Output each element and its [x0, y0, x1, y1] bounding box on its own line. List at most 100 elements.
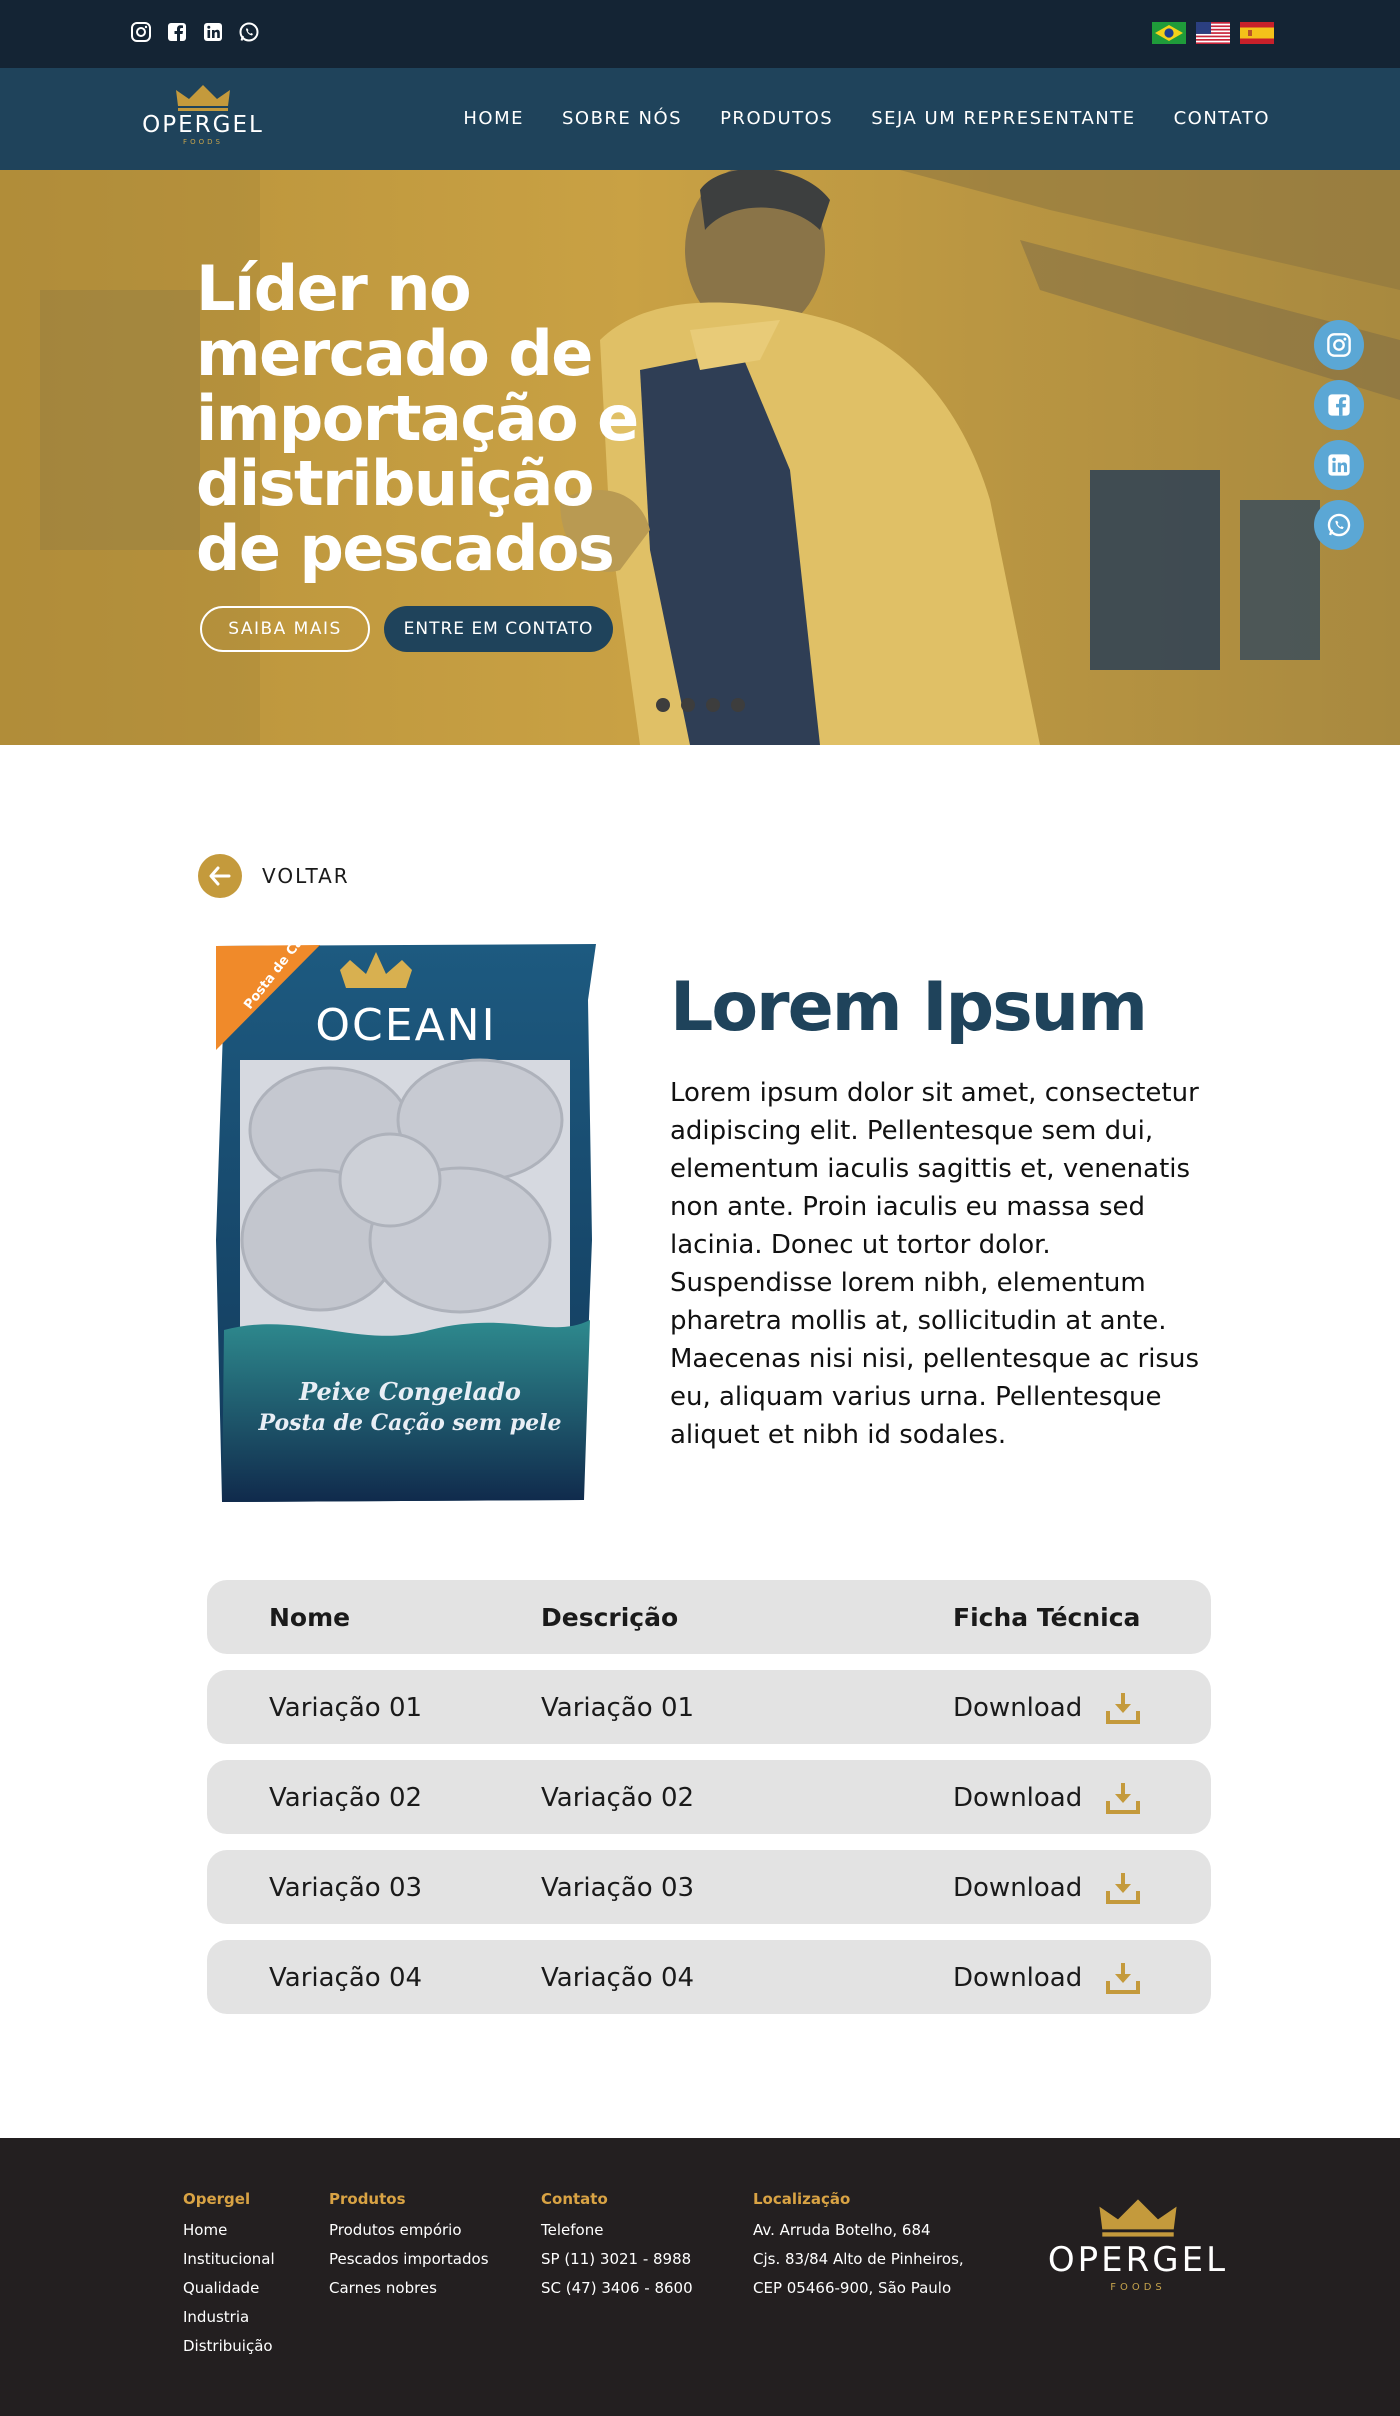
cell-nome: Variação 03 — [269, 1873, 423, 1903]
nav-sobre-nos[interactable]: SOBRE NÓS — [562, 108, 682, 129]
footer-col-contato: Contato Telefone SP (11) 3021 - 8988 SC … — [541, 2190, 693, 2303]
nav-contato[interactable]: CONTATO — [1174, 108, 1270, 129]
floating-linkedin-button[interactable] — [1314, 440, 1364, 490]
footer-heading: Produtos — [329, 2190, 406, 2208]
instagram-icon — [1327, 333, 1351, 357]
spain-flag-icon[interactable] — [1240, 22, 1274, 44]
download-label: Download — [953, 1873, 1083, 1903]
carousel-dot[interactable] — [681, 698, 695, 712]
nav-menu: HOME SOBRE NÓS PRODUTOS SEJA UM REPRESEN… — [463, 108, 1270, 129]
hero-headline: Líder no mercado de importação e distrib… — [196, 256, 716, 581]
cell-descricao: Variação 01 — [541, 1693, 695, 1723]
download-icon[interactable] — [1104, 1689, 1142, 1727]
entre-em-contato-button[interactable]: ENTRE EM CONTATO — [384, 606, 613, 652]
cell-nome: Variação 01 — [269, 1693, 423, 1723]
cell-descricao: Variação 03 — [541, 1873, 695, 1903]
cell-nome: Variação 04 — [269, 1963, 423, 1993]
footer-link-distribuicao[interactable]: Distribuição — [183, 2332, 275, 2361]
whatsapp-icon[interactable] — [238, 21, 260, 43]
hero-headline-line: importação e — [196, 382, 639, 455]
footer-col-opergel: Opergel Home Institucional Qualidade Ind… — [183, 2190, 275, 2361]
footer-link-carnes-nobres[interactable]: Carnes nobres — [329, 2274, 489, 2303]
carousel-dot[interactable] — [731, 698, 745, 712]
footer-link-industria[interactable]: Industria — [183, 2303, 275, 2332]
usa-flag-icon[interactable] — [1196, 22, 1230, 44]
product-title: Lorem Ipsum — [670, 968, 1148, 1047]
facebook-icon[interactable] — [166, 21, 188, 43]
table-row: Variação 03 Variação 03 Download — [207, 1850, 1211, 1924]
table-row: Variação 01 Variação 01 Download — [207, 1670, 1211, 1744]
footer-phone-sp[interactable]: SP (11) 3021 - 8988 — [541, 2245, 693, 2274]
footer-telefone-label: Telefone — [541, 2221, 604, 2239]
download-label: Download — [953, 1693, 1083, 1723]
nav-home[interactable]: HOME — [463, 108, 524, 129]
whatsapp-icon — [1327, 513, 1351, 537]
download-label: Download — [953, 1783, 1083, 1813]
download-link[interactable]: Download — [953, 1760, 1142, 1836]
carousel-dots — [656, 698, 745, 712]
download-link[interactable]: Download — [953, 1670, 1142, 1746]
footer-opergel-logo[interactable]: OPERGEL FOODS — [1028, 2198, 1248, 2298]
product-package-image: OCEANI Peixe Congelado Posta de Cação se… — [216, 940, 596, 1502]
footer-link-institucional[interactable]: Institucional — [183, 2245, 275, 2274]
floating-social-links — [1314, 320, 1364, 550]
footer-phone-sc[interactable]: SC (47) 3406 - 8600 — [541, 2274, 693, 2303]
carousel-dot[interactable] — [706, 698, 720, 712]
logo-wordmark: OPERGEL — [1047, 2240, 1229, 2280]
footer-link-produtos-emporio[interactable]: Produtos empório — [329, 2216, 489, 2245]
top-social-links — [130, 21, 260, 43]
hero-headline-line: de pescados — [196, 512, 615, 585]
cell-descricao: Variação 04 — [541, 1963, 695, 1993]
table-row: Variação 04 Variação 04 Download — [207, 1940, 1211, 2014]
floating-facebook-button[interactable] — [1314, 380, 1364, 430]
download-link[interactable]: Download — [953, 1850, 1142, 1926]
hero-headline-line: Líder no — [196, 252, 472, 325]
footer-link-home[interactable]: Home — [183, 2216, 275, 2245]
floating-whatsapp-button[interactable] — [1314, 500, 1364, 550]
hero-banner: Líder no mercado de importação e distrib… — [0, 170, 1400, 745]
footer-address-line: Av. Arruda Botelho, 684 — [753, 2221, 931, 2239]
facebook-icon — [1328, 394, 1350, 416]
header-ficha-tecnica: Ficha Técnica — [953, 1603, 1141, 1632]
cell-nome: Variação 02 — [269, 1783, 423, 1813]
download-icon[interactable] — [1104, 1779, 1142, 1817]
nav-seja-representante[interactable]: SEJA UM REPRESENTANTE — [871, 108, 1135, 129]
footer-heading: Contato — [541, 2190, 608, 2208]
top-bar — [0, 0, 1400, 68]
saiba-mais-button[interactable]: SAIBA MAIS — [200, 606, 370, 652]
footer-link-qualidade[interactable]: Qualidade — [183, 2274, 275, 2303]
footer-link-pescados-importados[interactable]: Pescados importados — [329, 2245, 489, 2274]
package-line-2: Posta de Cação sem pele — [258, 1410, 562, 1436]
back-link[interactable]: VOLTAR — [198, 854, 350, 898]
download-icon[interactable] — [1104, 1869, 1142, 1907]
download-link[interactable]: Download — [953, 1940, 1142, 2016]
back-arrow-button[interactable] — [198, 854, 242, 898]
site-footer: Opergel Home Institucional Qualidade Ind… — [0, 2138, 1400, 2416]
linkedin-icon — [1328, 454, 1350, 476]
carousel-dot[interactable] — [656, 698, 670, 712]
download-label: Download — [953, 1963, 1083, 1993]
header-nome: Nome — [269, 1603, 351, 1632]
brazil-flag-icon[interactable] — [1152, 22, 1186, 44]
linkedin-icon[interactable] — [202, 21, 224, 43]
footer-col-localizacao: Localização Av. Arruda Botelho, 684 Cjs.… — [753, 2190, 964, 2303]
instagram-icon[interactable] — [130, 21, 152, 43]
cell-descricao: Variação 02 — [541, 1783, 695, 1813]
footer-address-line: Cjs. 83/84 Alto de Pinheiros, — [753, 2250, 964, 2268]
hero-headline-line: mercado de — [196, 317, 593, 390]
package-line-1: Peixe Congelado — [298, 1377, 521, 1406]
nav-produtos[interactable]: PRODUTOS — [720, 108, 833, 129]
variations-table: Nome Descrição Ficha Técnica Variação 01… — [207, 1580, 1211, 2030]
hero-headline-line: distribuição — [196, 447, 594, 520]
logo-wordmark: OPERGEL — [142, 112, 264, 138]
language-flags — [1152, 22, 1274, 44]
download-icon[interactable] — [1104, 1959, 1142, 1997]
floating-instagram-button[interactable] — [1314, 320, 1364, 370]
footer-address-line: CEP 05466-900, São Paulo — [753, 2279, 952, 2297]
package-brand-text: OCEANI — [315, 1000, 496, 1051]
footer-heading: Localização — [753, 2190, 851, 2208]
back-label: VOLTAR — [262, 864, 350, 888]
logo-subtitle: FOODS — [1110, 2282, 1166, 2293]
opergel-logo[interactable]: OPERGEL FOODS — [130, 84, 276, 150]
footer-col-produtos: Produtos Produtos empório Pescados impor… — [329, 2190, 489, 2303]
